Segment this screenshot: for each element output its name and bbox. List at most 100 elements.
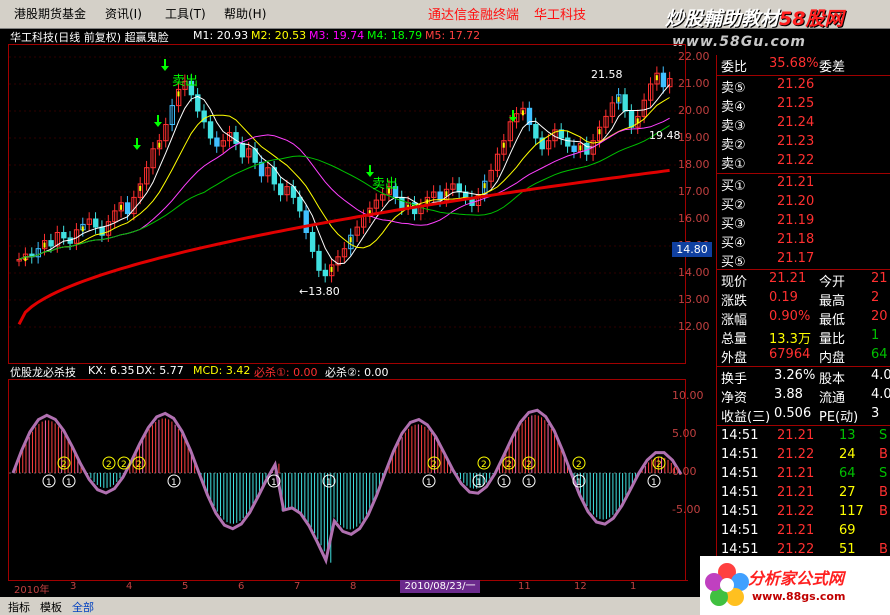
quote-cell: 0.19 <box>769 290 798 305</box>
quote-cell: 13 <box>839 428 856 443</box>
divider <box>717 366 890 367</box>
quote-cell: S <box>879 428 888 443</box>
watermark: 炒股輔助教材58股网 <box>665 8 844 30</box>
menu-info[interactable]: 资讯(I) <box>105 5 142 22</box>
candle-body <box>628 110 635 128</box>
bid-row: 买③ 21.19 <box>719 213 890 232</box>
quote-panel: 委比 35.68% 委差 卖⑤ 21.26 卖④ 21.25 卖③ 21.24 卖② 21.23 卖①… <box>716 55 890 615</box>
quote-cell: 21.21 <box>777 175 815 190</box>
candlestick-svg: 21.58←13.8019.48卖出卖出 <box>9 56 685 328</box>
x-axis-label: 7 <box>294 581 301 592</box>
tab-all[interactable]: 全部 <box>72 599 94 615</box>
indicator-svg: 1 1 1 1 1 1 1 1 1 1 12 2 2 2 2 2 2 2 2 2 <box>9 408 685 565</box>
quote-cell: 委比 <box>721 60 748 75</box>
candle-body <box>214 137 220 147</box>
divider <box>717 425 890 426</box>
ask-row: 卖② 21.23 <box>719 134 890 153</box>
signal-dot <box>120 204 123 210</box>
x-axis-label: 11 <box>518 581 531 592</box>
quote-cell: 14:51 <box>721 504 759 519</box>
y-axis-label: 19.00 <box>678 131 710 144</box>
sell-arrow-icon <box>154 115 162 127</box>
brand-link[interactable]: 通达信金融终端 <box>428 4 519 23</box>
x-axis-label: 5 <box>182 581 189 592</box>
signal-1-label: 1 <box>476 478 482 488</box>
quote-cell: 117 <box>839 504 864 519</box>
quote-cell: 最高 <box>819 294 846 309</box>
signal-dot <box>139 185 142 191</box>
tick-row: 14:51 21.21 69 <box>719 523 890 541</box>
candle-body <box>622 94 628 112</box>
bid-row: 买⑤ 21.17 <box>719 251 890 270</box>
signal-1-label: 1 <box>46 478 52 488</box>
tick-row: 14:51 21.21 64 S <box>719 466 890 484</box>
menu-help[interactable]: 帮助(H) <box>224 5 266 22</box>
y-axis-label: 16.00 <box>678 212 710 225</box>
ask-row: 卖⑤ 21.26 <box>719 77 890 96</box>
tick-row: 14:51 21.22 117 B <box>719 504 890 522</box>
menu-hk-futures[interactable]: 港股期货基金 <box>14 5 86 22</box>
x-axis-label: 8 <box>350 581 357 592</box>
tick-row: 14:51 21.22 24 B <box>719 447 890 465</box>
fin-row: 收益(三) 0.506 PE(动) 3 <box>719 406 890 425</box>
indicator-kx: KX: 6.35 <box>88 364 135 377</box>
date-highlight: 2010/08/23/一 <box>400 580 480 593</box>
signal-1-label: 1 <box>171 478 177 488</box>
signal-1-label: 1 <box>501 478 507 488</box>
quote-cell: 21.17 <box>777 251 815 266</box>
stock-name-link[interactable]: 华工科技 <box>534 4 586 23</box>
x-axis-label: 1 <box>630 581 637 592</box>
quote-cell: 21.21 <box>769 271 807 286</box>
indicator-dx: DX: 5.77 <box>136 364 184 377</box>
quote-cell: 14:51 <box>721 466 759 481</box>
bid-row: 买① 21.21 <box>719 175 890 194</box>
quote-cell: 14:51 <box>721 428 759 443</box>
menu-tools[interactable]: 工具(T) <box>165 5 206 22</box>
x-axis-label: 12 <box>574 581 587 592</box>
ask-row: 卖③ 21.24 <box>719 115 890 134</box>
right-annotation: 19.48 <box>649 129 681 142</box>
sell-arrow-icon <box>133 138 141 150</box>
stat-row: 涨跌 0.19 最高 2 <box>719 290 890 309</box>
signal-1-label: 1 <box>426 478 432 488</box>
quote-cell: 卖④ <box>721 100 746 115</box>
quote-cell: B <box>879 542 888 557</box>
quote-cell: 21 <box>871 271 888 286</box>
y-axis-label: 12.00 <box>678 320 710 333</box>
quote-cell: 0.90% <box>769 309 811 324</box>
indicator-chart[interactable]: 111111111112222222222 <box>8 379 686 581</box>
signal-2-label: 2 <box>431 460 437 470</box>
signal-2-label: 2 <box>61 460 67 470</box>
quote-cell: 21.21 <box>777 485 815 500</box>
signal-1-label: 1 <box>526 478 532 488</box>
stat-row: 现价 21.21 今开 21 <box>719 271 890 290</box>
quote-cell: 买⑤ <box>721 255 746 270</box>
quote-cell: 21.21 <box>777 466 815 481</box>
quote-cell: B <box>879 485 888 500</box>
candle-body <box>239 142 246 158</box>
signal-dot <box>483 183 486 189</box>
sell-signal-1: 卖出 <box>172 74 198 89</box>
tick-row: 14:51 21.21 27 B <box>719 485 890 503</box>
y-axis-label: 17.00 <box>678 185 710 198</box>
logo-title: 分析家公式网 <box>748 569 845 588</box>
y-axis-label: 18.00 <box>678 158 710 171</box>
quote-cell: 21.18 <box>777 232 815 247</box>
quote-cell: 买① <box>721 179 746 194</box>
signal-dot <box>445 191 448 197</box>
candle-body <box>309 232 316 252</box>
candle-body <box>456 183 463 193</box>
y-axis-label: 20.00 <box>678 104 710 117</box>
ma-line-m2 <box>18 97 670 260</box>
quote-cell: 21.23 <box>777 134 815 149</box>
quote-cell: 量比 <box>819 332 846 347</box>
quote-cell: 21.22 <box>777 542 815 557</box>
candle-body <box>258 161 265 177</box>
tab-template[interactable]: 模板 <box>40 599 62 615</box>
quote-cell: 总量 <box>721 332 748 347</box>
tab-indicator[interactable]: 指标 <box>8 599 30 615</box>
candlestick-chart[interactable]: 21.58 ←13.80 19.48 卖出 卖出 <box>8 44 686 364</box>
stat-row: 涨幅 0.90% 最低 20 <box>719 309 890 328</box>
ma-line-m3 <box>18 117 670 260</box>
candle-body <box>233 132 239 144</box>
